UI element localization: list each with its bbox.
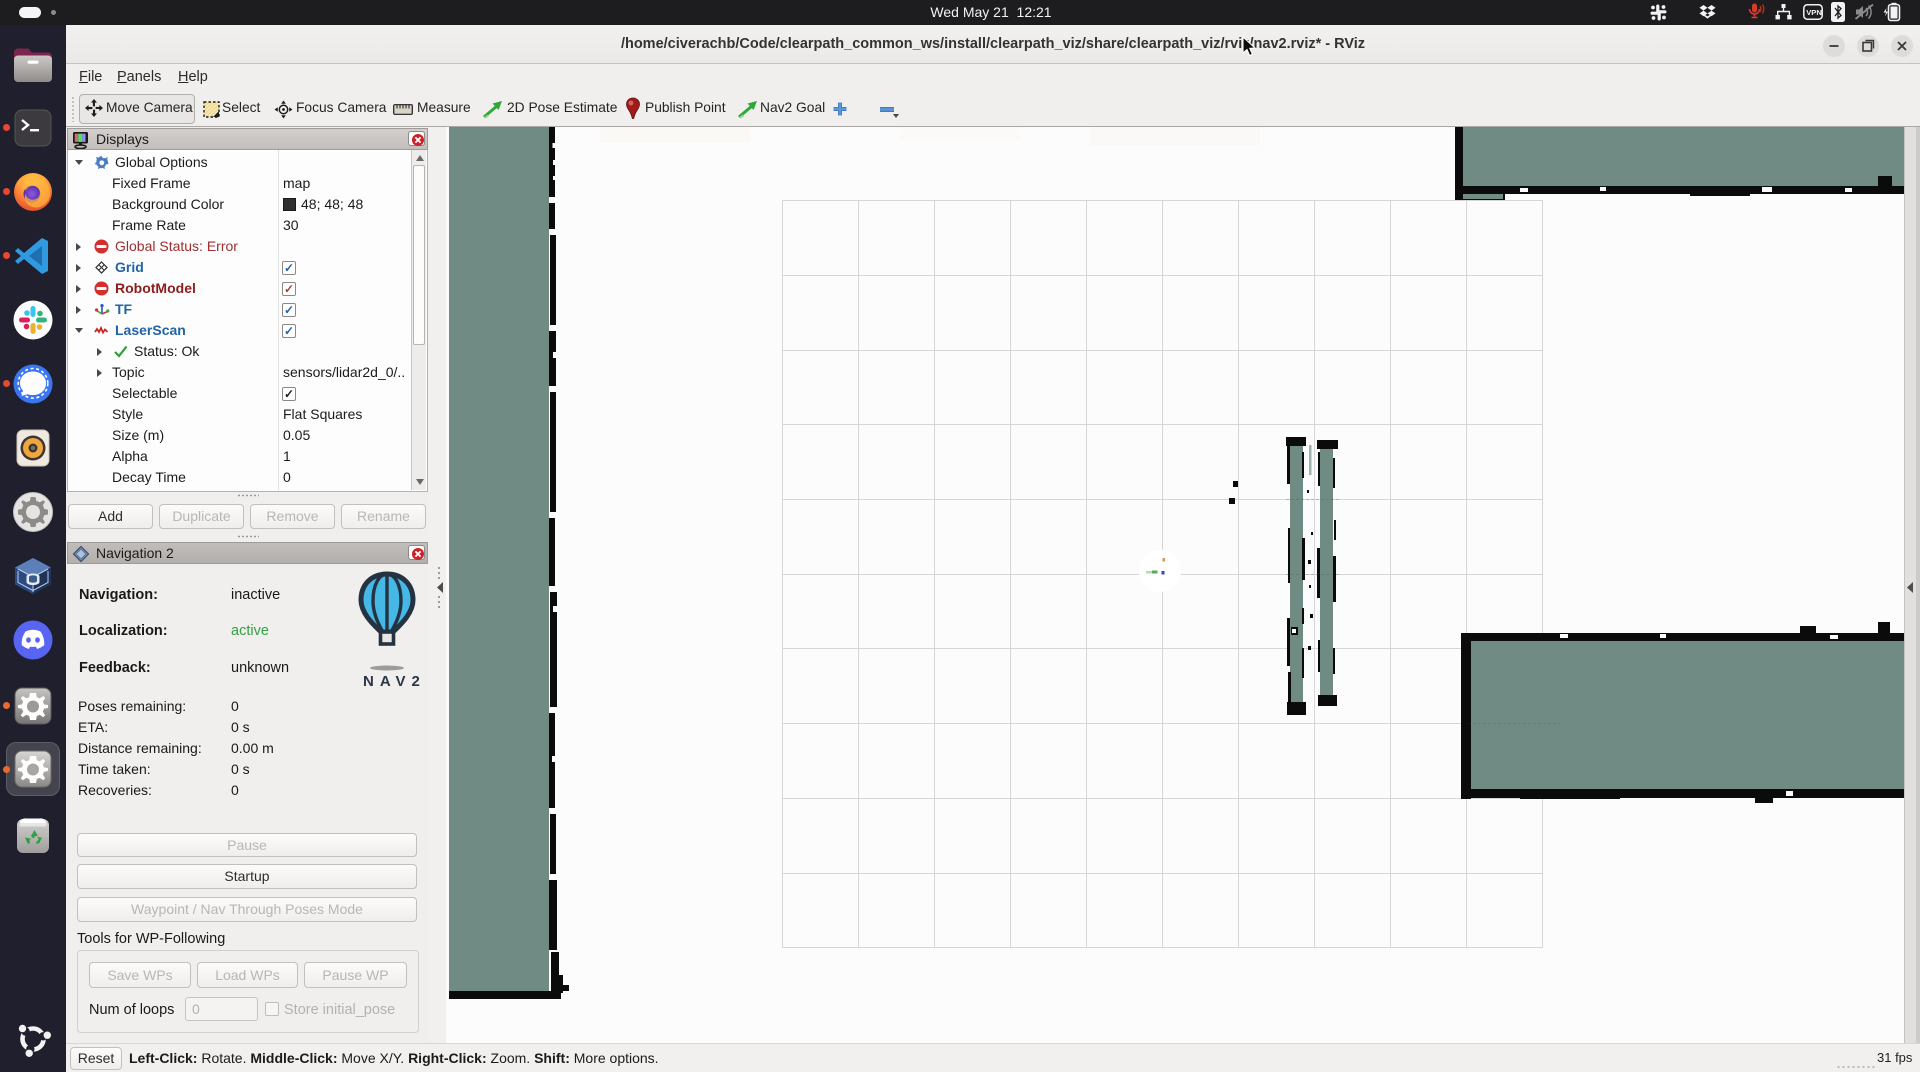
svg-text:VPN: VPN [1806,8,1822,17]
svg-text:NAV2: NAV2 [363,673,423,690]
